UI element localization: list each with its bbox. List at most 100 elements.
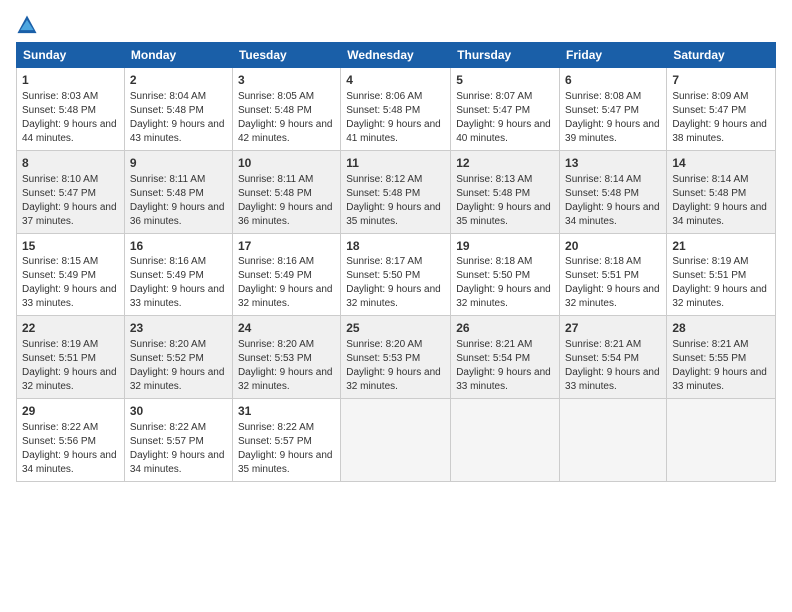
calendar-container: SundayMondayTuesdayWednesdayThursdayFrid… [0,0,792,492]
col-header-monday: Monday [124,43,232,68]
day-number: 18 [346,238,445,255]
day-info: Sunset: 5:48 PM [238,187,335,201]
day-info: Daylight: 9 hours and 33 minutes. [456,366,554,394]
day-info: Daylight: 9 hours and 40 minutes. [456,118,554,146]
day-info: Sunset: 5:49 PM [130,269,227,283]
day-cell: 8Sunrise: 8:10 AMSunset: 5:47 PMDaylight… [17,150,125,233]
day-info: Daylight: 9 hours and 32 minutes. [22,366,119,394]
day-info: Daylight: 9 hours and 36 minutes. [130,201,227,229]
day-info: Sunrise: 8:19 AM [22,338,119,352]
day-info: Daylight: 9 hours and 35 minutes. [238,449,335,477]
day-cell: 1Sunrise: 8:03 AMSunset: 5:48 PMDaylight… [17,68,125,151]
day-number: 19 [456,238,554,255]
col-header-tuesday: Tuesday [232,43,340,68]
day-info: Sunset: 5:48 PM [346,187,445,201]
day-cell: 9Sunrise: 8:11 AMSunset: 5:48 PMDaylight… [124,150,232,233]
day-cell: 6Sunrise: 8:08 AMSunset: 5:47 PMDaylight… [560,68,667,151]
col-header-saturday: Saturday [667,43,776,68]
day-cell: 3Sunrise: 8:05 AMSunset: 5:48 PMDaylight… [232,68,340,151]
day-number: 24 [238,320,335,337]
day-number: 27 [565,320,661,337]
col-header-friday: Friday [560,43,667,68]
day-info: Sunset: 5:57 PM [238,435,335,449]
week-row-5: 29Sunrise: 8:22 AMSunset: 5:56 PMDayligh… [17,399,776,482]
day-info: Daylight: 9 hours and 36 minutes. [238,201,335,229]
col-header-sunday: Sunday [17,43,125,68]
day-info: Sunrise: 8:12 AM [346,173,445,187]
day-info: Sunset: 5:51 PM [565,269,661,283]
day-number: 10 [238,155,335,172]
day-cell: 27Sunrise: 8:21 AMSunset: 5:54 PMDayligh… [560,316,667,399]
day-info: Daylight: 9 hours and 32 minutes. [238,366,335,394]
day-info: Sunset: 5:54 PM [456,352,554,366]
day-info: Daylight: 9 hours and 32 minutes. [456,283,554,311]
day-info: Sunrise: 8:14 AM [672,173,770,187]
day-number: 17 [238,238,335,255]
day-number: 9 [130,155,227,172]
day-info: Daylight: 9 hours and 43 minutes. [130,118,227,146]
day-info: Daylight: 9 hours and 42 minutes. [238,118,335,146]
day-cell: 18Sunrise: 8:17 AMSunset: 5:50 PMDayligh… [341,233,451,316]
day-cell: 23Sunrise: 8:20 AMSunset: 5:52 PMDayligh… [124,316,232,399]
day-info: Sunrise: 8:21 AM [672,338,770,352]
calendar-table: SundayMondayTuesdayWednesdayThursdayFrid… [16,42,776,482]
day-info: Sunrise: 8:03 AM [22,90,119,104]
day-info: Sunrise: 8:21 AM [565,338,661,352]
day-cell: 26Sunrise: 8:21 AMSunset: 5:54 PMDayligh… [451,316,560,399]
day-number: 8 [22,155,119,172]
day-info: Sunrise: 8:04 AM [130,90,227,104]
header [16,10,776,36]
day-cell [451,399,560,482]
day-info: Daylight: 9 hours and 41 minutes. [346,118,445,146]
day-info: Sunrise: 8:16 AM [238,255,335,269]
day-info: Sunrise: 8:22 AM [238,421,335,435]
day-info: Sunset: 5:48 PM [22,104,119,118]
day-cell: 16Sunrise: 8:16 AMSunset: 5:49 PMDayligh… [124,233,232,316]
day-number: 21 [672,238,770,255]
day-info: Daylight: 9 hours and 32 minutes. [565,283,661,311]
day-info: Sunrise: 8:11 AM [238,173,335,187]
day-info: Sunrise: 8:18 AM [565,255,661,269]
day-info: Sunrise: 8:19 AM [672,255,770,269]
day-cell: 25Sunrise: 8:20 AMSunset: 5:53 PMDayligh… [341,316,451,399]
col-header-thursday: Thursday [451,43,560,68]
day-cell: 7Sunrise: 8:09 AMSunset: 5:47 PMDaylight… [667,68,776,151]
day-info: Sunset: 5:48 PM [456,187,554,201]
day-cell: 31Sunrise: 8:22 AMSunset: 5:57 PMDayligh… [232,399,340,482]
header-row: SundayMondayTuesdayWednesdayThursdayFrid… [17,43,776,68]
day-info: Sunrise: 8:06 AM [346,90,445,104]
day-info: Daylight: 9 hours and 32 minutes. [672,283,770,311]
day-info: Sunrise: 8:20 AM [130,338,227,352]
day-info: Sunrise: 8:09 AM [672,90,770,104]
day-info: Sunset: 5:54 PM [565,352,661,366]
logo-icon [16,14,38,36]
day-info: Sunrise: 8:08 AM [565,90,661,104]
day-cell: 4Sunrise: 8:06 AMSunset: 5:48 PMDaylight… [341,68,451,151]
day-info: Sunset: 5:48 PM [238,104,335,118]
day-number: 3 [238,72,335,89]
day-info: Sunset: 5:48 PM [346,104,445,118]
day-info: Sunset: 5:48 PM [565,187,661,201]
day-cell [341,399,451,482]
day-info: Daylight: 9 hours and 34 minutes. [565,201,661,229]
day-info: Sunrise: 8:14 AM [565,173,661,187]
col-header-wednesday: Wednesday [341,43,451,68]
day-info: Sunset: 5:49 PM [238,269,335,283]
day-info: Sunset: 5:55 PM [672,352,770,366]
day-cell: 10Sunrise: 8:11 AMSunset: 5:48 PMDayligh… [232,150,340,233]
day-info: Sunrise: 8:10 AM [22,173,119,187]
day-info: Sunset: 5:52 PM [130,352,227,366]
day-number: 12 [456,155,554,172]
day-number: 30 [130,403,227,420]
day-info: Sunrise: 8:07 AM [456,90,554,104]
day-info: Daylight: 9 hours and 34 minutes. [130,449,227,477]
day-info: Daylight: 9 hours and 32 minutes. [238,283,335,311]
day-info: Daylight: 9 hours and 37 minutes. [22,201,119,229]
day-info: Sunset: 5:48 PM [672,187,770,201]
day-cell: 22Sunrise: 8:19 AMSunset: 5:51 PMDayligh… [17,316,125,399]
day-info: Sunset: 5:47 PM [456,104,554,118]
day-cell: 14Sunrise: 8:14 AMSunset: 5:48 PMDayligh… [667,150,776,233]
week-row-2: 8Sunrise: 8:10 AMSunset: 5:47 PMDaylight… [17,150,776,233]
day-info: Daylight: 9 hours and 33 minutes. [22,283,119,311]
day-cell: 17Sunrise: 8:16 AMSunset: 5:49 PMDayligh… [232,233,340,316]
